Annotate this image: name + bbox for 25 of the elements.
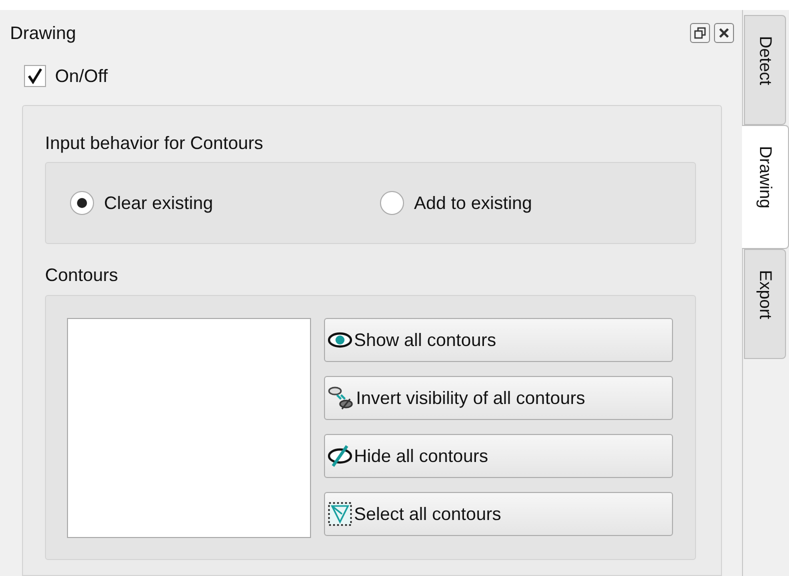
side-tab[interactable]: Drawing [742, 125, 789, 249]
radio-button[interactable] [380, 191, 404, 215]
input-behavior-title: Input behavior for Contours [45, 132, 264, 154]
on-off-checkbox[interactable] [24, 65, 46, 87]
contour-action-button[interactable]: Invert visibility of all contours [324, 376, 673, 420]
check-icon [27, 68, 43, 84]
restore-icon [694, 27, 706, 39]
contour-action-button[interactable]: Show all contours [324, 318, 673, 362]
selection-icon [328, 502, 352, 526]
checkbox-label: On/Off [55, 64, 108, 88]
contour-action-button[interactable]: Hide all contours [324, 434, 673, 478]
close-icon [718, 27, 730, 39]
side-tab[interactable]: Detect [744, 15, 786, 125]
close-button[interactable] [714, 23, 734, 43]
panel-title: Drawing [10, 22, 76, 45]
eye-slash-icon [328, 445, 352, 467]
contours-title: Contours [45, 264, 120, 286]
swap-eyes-icon [328, 385, 354, 411]
side-tab[interactable]: Export [744, 249, 786, 359]
eye-icon [328, 332, 352, 348]
radio-option[interactable]: Add to existing [380, 190, 532, 216]
contour-action-button[interactable]: Select all contours [324, 492, 673, 536]
float-button[interactable] [690, 23, 710, 43]
radio-option[interactable]: Clear existing [70, 190, 380, 216]
radio-button[interactable] [70, 191, 94, 215]
